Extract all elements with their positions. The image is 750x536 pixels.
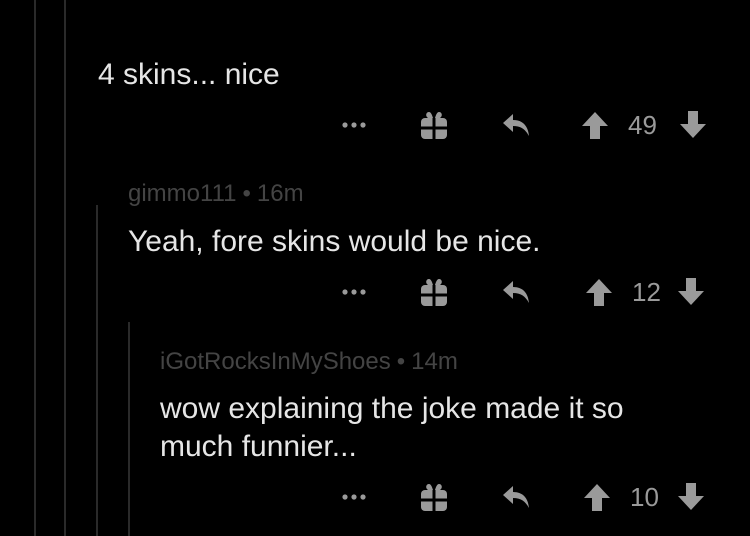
vote-score: 49 bbox=[628, 110, 657, 140]
comment-1: 4 skins... nice 49 bbox=[0, 0, 750, 160]
give-award-button[interactable] bbox=[416, 105, 452, 145]
give-award-button[interactable] bbox=[416, 477, 452, 517]
downvote-arrow-icon bbox=[678, 483, 704, 510]
more-options-button[interactable] bbox=[336, 272, 372, 312]
gift-award-icon bbox=[421, 112, 447, 139]
reply-button[interactable] bbox=[496, 105, 536, 145]
comment-body: Yeah, fore skins would be nice. bbox=[128, 225, 541, 258]
downvote-arrow-icon bbox=[680, 111, 706, 138]
comment-meta: gimmo111 • 16m bbox=[128, 180, 304, 208]
downvote-button[interactable] bbox=[678, 105, 708, 145]
upvote-arrow-icon bbox=[582, 112, 608, 139]
meta-separator: • bbox=[396, 348, 406, 375]
reply-button[interactable] bbox=[496, 477, 536, 517]
reply-arrow-icon bbox=[503, 114, 529, 136]
vote-score: 12 bbox=[632, 277, 661, 307]
gift-award-icon bbox=[421, 279, 447, 306]
more-dots-icon bbox=[342, 122, 366, 128]
upvote-button[interactable] bbox=[584, 272, 614, 312]
comment-age: 16m bbox=[256, 180, 304, 207]
upvote-arrow-icon bbox=[586, 279, 612, 306]
comment-age: 14m bbox=[411, 348, 458, 375]
upvote-button[interactable] bbox=[582, 477, 612, 517]
more-dots-icon bbox=[342, 289, 366, 295]
meta-separator: • bbox=[242, 180, 251, 207]
give-award-button[interactable] bbox=[416, 272, 452, 312]
downvote-button[interactable] bbox=[676, 272, 706, 312]
downvote-arrow-icon bbox=[678, 278, 704, 305]
reply-arrow-icon bbox=[503, 486, 529, 508]
vote-score: 10 bbox=[630, 482, 659, 512]
more-options-button[interactable] bbox=[336, 477, 372, 517]
comment-actions: 10 bbox=[336, 477, 736, 517]
upvote-arrow-icon bbox=[584, 484, 610, 511]
downvote-button[interactable] bbox=[676, 477, 706, 517]
more-options-button[interactable] bbox=[336, 105, 372, 145]
comment-thread: 4 skins... nice 49 gimmo111 • 16m Yeah, f bbox=[0, 0, 750, 536]
comment-actions: 49 bbox=[336, 105, 736, 145]
reply-button[interactable] bbox=[496, 272, 536, 312]
upvote-button[interactable] bbox=[580, 105, 610, 145]
comment-meta: iGotRocksInMyShoes • 14m bbox=[160, 348, 458, 376]
more-dots-icon bbox=[342, 494, 366, 500]
comment-author[interactable]: gimmo111 bbox=[128, 180, 237, 207]
gift-award-icon bbox=[421, 484, 447, 511]
reply-arrow-icon bbox=[503, 281, 529, 303]
comment-actions: 12 bbox=[336, 272, 736, 312]
comment-2: gimmo111 • 16m Yeah, fore skins would be n… bbox=[0, 160, 750, 330]
comment-body: wow explaining the joke made it so much … bbox=[160, 392, 624, 463]
comment-author[interactable]: iGotRocksInMyShoes bbox=[160, 348, 391, 375]
comment-body: 4 skins... nice bbox=[98, 58, 280, 91]
comment-3: iGotRocksInMyShoes • 14m wow explaining th… bbox=[0, 330, 750, 536]
